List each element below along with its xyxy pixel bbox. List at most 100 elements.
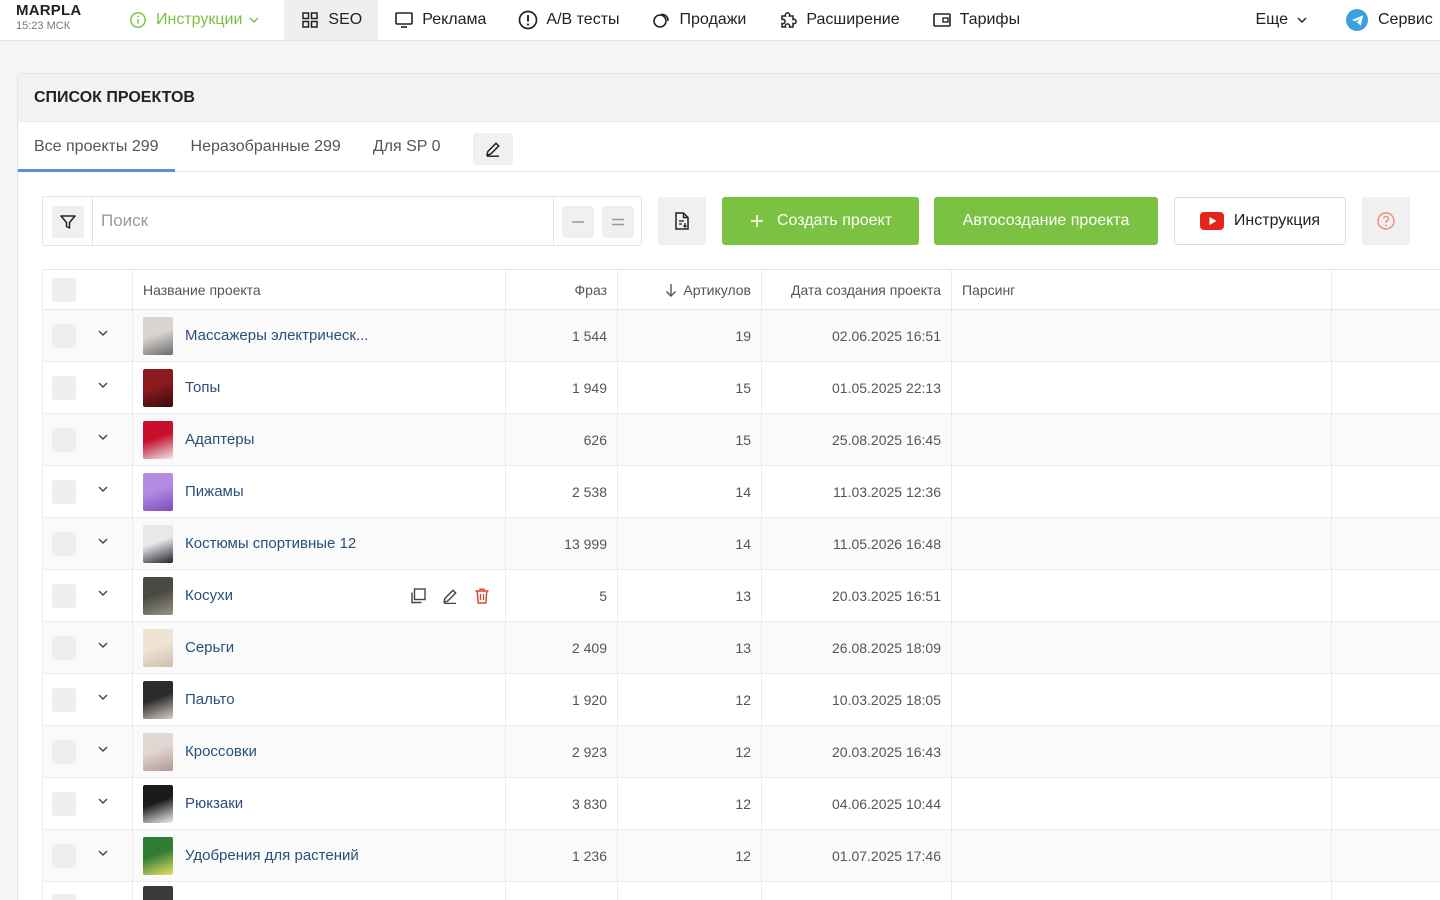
tab-unsorted[interactable]: Неразобранные 299 [175, 122, 357, 171]
header-project-name[interactable]: Название проекта [143, 270, 261, 309]
articles-count: 14 [735, 483, 751, 500]
nav-tariffs[interactable]: Тарифы [916, 0, 1036, 40]
table-row[interactable]: Удобрения для растений 1 236 12 01.07.2025 … [42, 830, 1440, 882]
project-name-link[interactable]: Удобрения для растений [185, 847, 359, 864]
header-created[interactable]: Дата создания проекта [762, 270, 941, 309]
table-row[interactable]: Серьги 2 409 13 26.08.2025 18:09 [42, 622, 1440, 674]
row-checkbox[interactable] [52, 427, 76, 452]
row-checkbox[interactable] [52, 687, 76, 712]
expand-row-button[interactable] [97, 622, 109, 673]
expand-all-button[interactable] [602, 206, 634, 238]
header-parsing[interactable]: Парсинг [962, 270, 1015, 309]
project-name-link[interactable]: Костюмы спортивные 12 [185, 535, 356, 552]
created-date: 20.03.2025 16:51 [832, 587, 941, 604]
project-name-link[interactable]: Пальто [185, 691, 235, 708]
trash-icon[interactable] [472, 586, 492, 606]
nav-more[interactable]: Еще [1239, 0, 1330, 40]
expand-row-button[interactable] [97, 726, 109, 777]
copy-icon[interactable] [408, 586, 428, 606]
nav-ads[interactable]: Реклама [378, 0, 502, 40]
table-row[interactable]: Топы 1 949 15 01.05.2025 22:13 [42, 362, 1440, 414]
create-project-button[interactable]: Создать проект [722, 197, 919, 245]
nav-instructions[interactable]: Инструкции [112, 0, 276, 40]
row-checkbox-cell [52, 414, 76, 465]
select-all-checkbox[interactable] [52, 277, 76, 302]
expand-row-button[interactable] [97, 466, 109, 517]
column-divider [951, 622, 952, 673]
row-checkbox[interactable] [52, 843, 76, 868]
table-row[interactable] [42, 882, 1440, 900]
project-thumbnail [143, 882, 173, 900]
instruction-button[interactable]: Инструкция [1174, 197, 1346, 245]
nav-ab-tests[interactable]: A/B тесты [502, 0, 635, 40]
articles-count: 12 [735, 743, 751, 760]
column-divider [1331, 570, 1332, 621]
row-checkbox[interactable] [52, 323, 76, 348]
expand-row-button[interactable] [97, 778, 109, 829]
expand-row-button[interactable] [97, 414, 109, 465]
table-row[interactable]: Пальто 1 920 12 10.03.2025 18:05 [42, 674, 1440, 726]
project-name-link[interactable]: Топы [185, 379, 220, 396]
tab-all-projects[interactable]: Все проекты 299 [18, 122, 175, 172]
created-date: 25.08.2025 16:45 [832, 431, 941, 448]
nav-extension[interactable]: Расширение [762, 0, 915, 40]
coins-icon [652, 10, 672, 30]
expand-row-button[interactable] [97, 570, 109, 621]
grid-icon [300, 10, 320, 30]
expand-row-button[interactable] [97, 362, 109, 413]
project-name-link[interactable]: Адаптеры [185, 431, 254, 448]
export-button[interactable] [658, 197, 706, 245]
expand-row-button[interactable] [97, 674, 109, 725]
table-row[interactable]: Косухи 5 13 20.03.2025 16:51 [42, 570, 1440, 622]
pencil-icon [484, 140, 502, 158]
header-articles[interactable]: Артикулов [618, 270, 751, 309]
project-name-link[interactable]: Серьги [185, 639, 234, 656]
table-row[interactable]: Массажеры электрическ... 1 544 19 02.06.202… [42, 310, 1440, 362]
row-checkbox[interactable] [52, 479, 76, 504]
project-name-link[interactable]: Кроссовки [185, 743, 257, 760]
phrases-count: 5 [599, 587, 607, 604]
chevron-down-icon [97, 587, 109, 599]
row-checkbox[interactable] [52, 739, 76, 764]
help-button[interactable] [1362, 197, 1410, 245]
expand-row-button[interactable] [97, 518, 109, 569]
project-name-link[interactable]: Пижамы [185, 483, 244, 500]
chevron-down-icon [1296, 14, 1308, 26]
wallet-icon [932, 10, 952, 30]
table-row[interactable]: Рюкзаки 3 830 12 04.06.2025 10:44 [42, 778, 1440, 830]
row-checkbox[interactable] [52, 375, 76, 400]
table-row[interactable]: Кроссовки 2 923 12 20.03.2025 16:43 [42, 726, 1440, 778]
row-checkbox[interactable] [52, 531, 76, 556]
column-divider [42, 466, 43, 517]
project-thumbnail [143, 830, 173, 881]
nav-sales[interactable]: Продажи [636, 0, 763, 40]
row-checkbox[interactable] [52, 635, 76, 660]
pencil-icon[interactable] [440, 586, 460, 606]
project-name-link[interactable]: Массажеры электрическ... [185, 327, 368, 344]
expand-row-button[interactable] [97, 310, 109, 361]
header-phrases[interactable]: Фраз [506, 270, 607, 309]
column-divider [42, 570, 43, 621]
table-row[interactable]: Пижамы 2 538 14 11.03.2025 12:36 [42, 466, 1440, 518]
tab-for-sp[interactable]: Для SP 0 [357, 122, 457, 171]
nav-seo[interactable]: SEO [284, 0, 379, 40]
autocreate-project-button[interactable]: Автосоздание проекта [934, 197, 1158, 245]
filter-button[interactable] [52, 206, 84, 238]
expand-row-button[interactable] [97, 830, 109, 881]
created-date: 26.08.2025 18:09 [832, 639, 941, 656]
edit-tabs-button[interactable] [472, 133, 513, 165]
row-checkbox[interactable] [52, 791, 76, 816]
project-name-link[interactable]: Рюкзаки [185, 795, 243, 812]
row-checkbox[interactable] [52, 583, 76, 608]
table-row[interactable]: Адаптеры 626 15 25.08.2025 16:45 [42, 414, 1440, 466]
search-input[interactable] [93, 197, 553, 245]
project-name-cell: Удобрения для растений [185, 830, 359, 881]
project-thumbnail [143, 310, 173, 361]
column-divider [1331, 882, 1332, 900]
nav-service[interactable]: Сервис [1330, 0, 1440, 40]
table-row[interactable]: Костюмы спортивные 12 13 999 14 11.05.2026 … [42, 518, 1440, 570]
row-checkbox[interactable] [52, 894, 76, 900]
brand[interactable]: MARPLA 15:23 МСК [0, 0, 112, 40]
collapse-all-button[interactable] [562, 206, 594, 238]
project-name-link[interactable]: Косухи [185, 587, 233, 604]
